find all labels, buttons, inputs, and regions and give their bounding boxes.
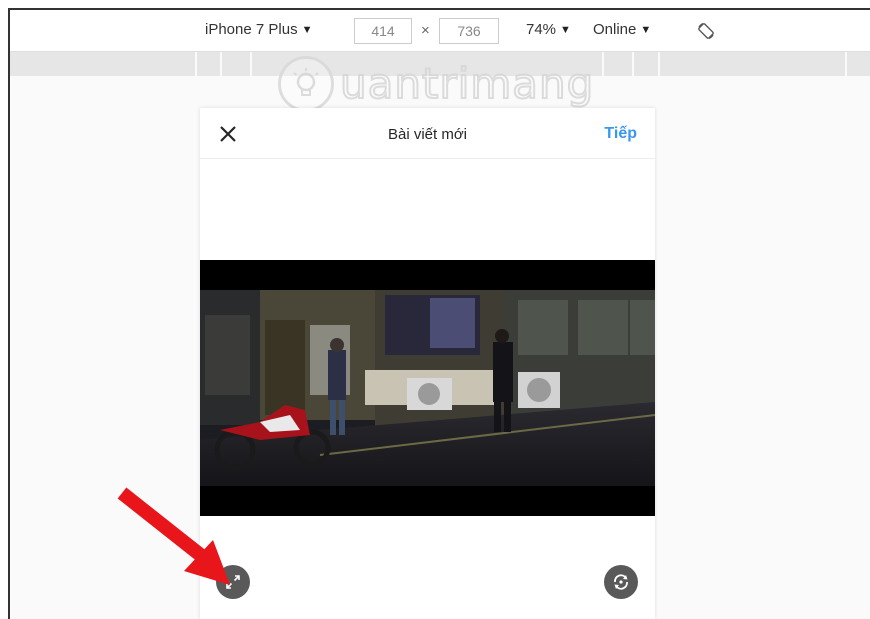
next-button[interactable]: Tiếp [604,125,637,143]
rotate-button[interactable] [604,565,638,599]
watermark-text: uantrimang [339,59,595,108]
phone-viewport: Bài viết mới Tiếp [200,108,655,619]
night-street-image [200,290,655,486]
device-label: iPhone 7 Plus [205,21,298,38]
rotate-device-icon[interactable] [696,21,716,41]
dimension-separator: × [421,22,430,39]
zoom-select[interactable]: 74% ▼ [526,21,571,38]
rotate-icon [614,574,628,590]
network-label: Online [593,21,637,38]
watermark-logo: uantrimang [278,54,594,114]
photo-preview [200,260,655,516]
page-title: Bài viết mới [387,126,468,143]
width-input[interactable]: 414 [354,18,412,44]
device-toolbar: iPhone 7 Plus ▼ 414 × 736 74% ▼ Online ▼ [10,10,870,52]
zoom-label: 74% [526,21,557,38]
chevron-down-icon: ▼ [640,23,652,36]
lightbulb-icon [278,56,334,112]
chevron-down-icon: ▼ [301,23,313,36]
height-input[interactable]: 736 [439,18,499,44]
chevron-down-icon: ▼ [560,23,571,36]
device-select[interactable]: iPhone 7 Plus ▼ [205,21,312,38]
network-select[interactable]: Online ▼ [593,21,651,38]
post-header: Bài viết mới Tiếp [200,108,655,159]
red-arrow-pointer [117,487,230,585]
